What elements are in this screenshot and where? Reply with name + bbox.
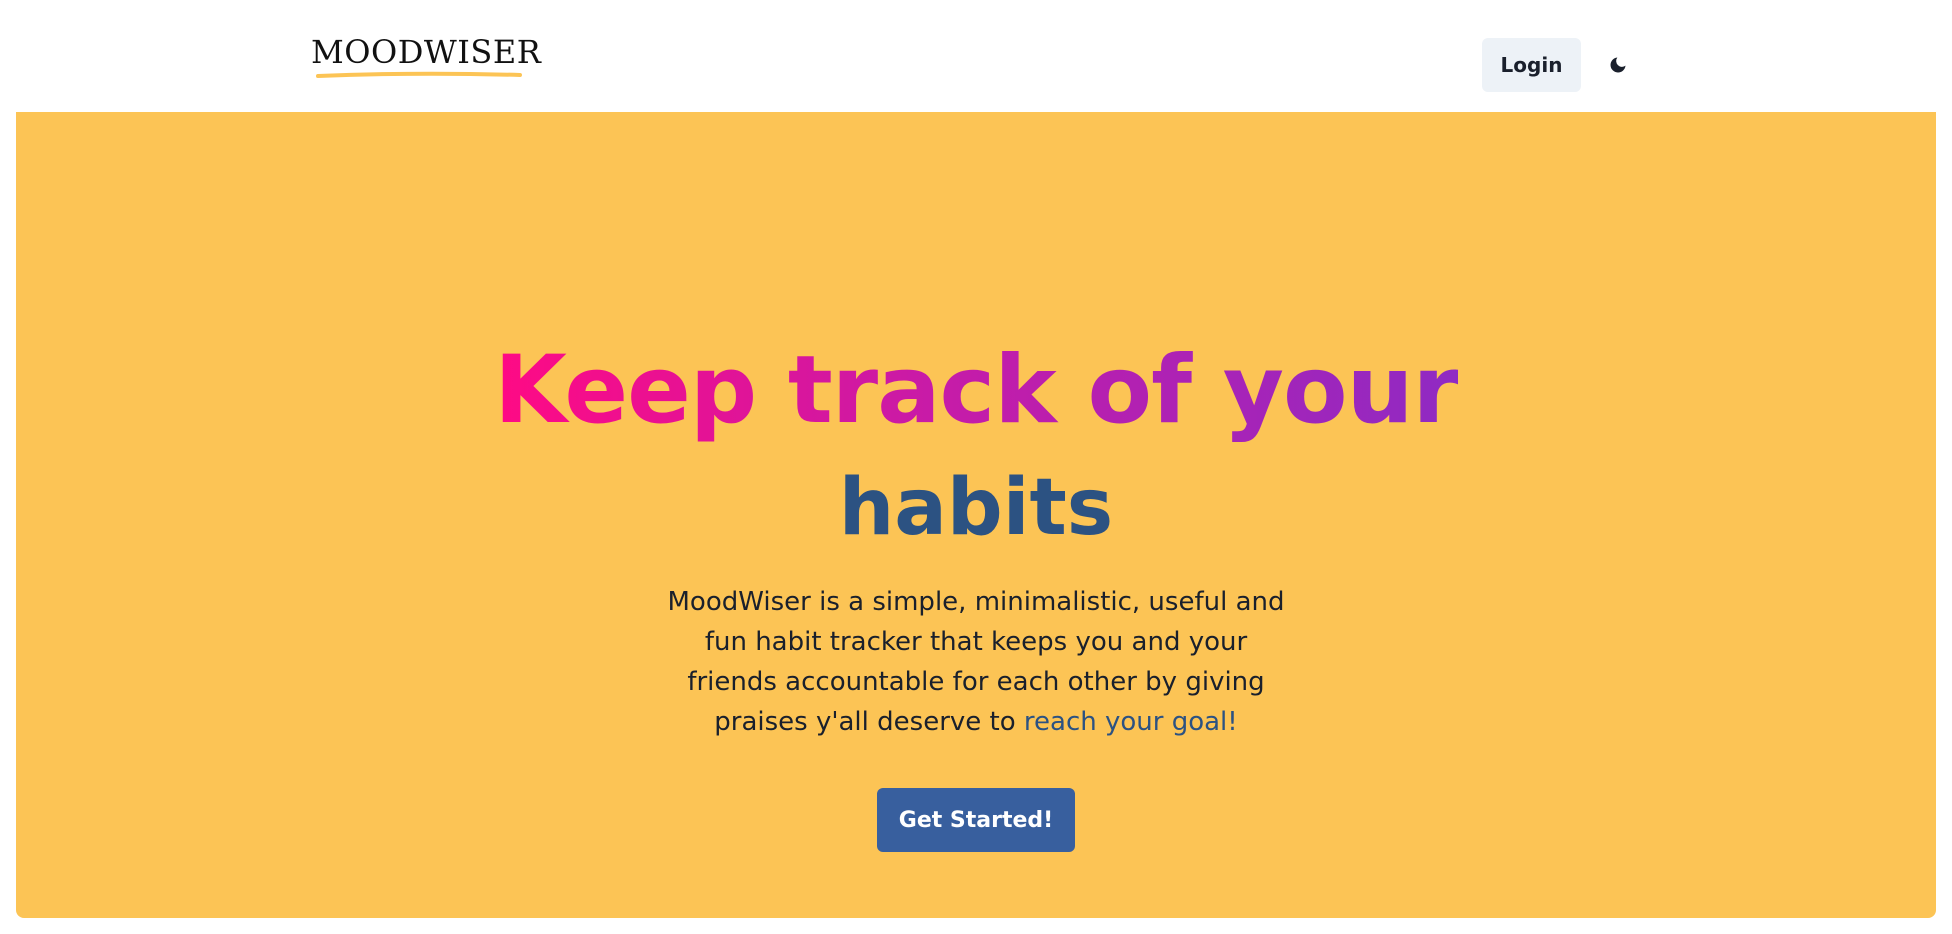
site-logo[interactable]: MOODWISER (311, 36, 541, 68)
hero-headline: Keep track of your (16, 332, 1936, 450)
hero-headline-habits: habits (838, 463, 1114, 553)
get-started-button[interactable]: Get Started! (877, 788, 1075, 852)
headline-gradient-text: Keep track of your (494, 336, 1459, 445)
reach-goal-link[interactable]: reach your goal! (1024, 707, 1238, 737)
login-button[interactable]: Login (1482, 38, 1581, 92)
navbar: MOODWISER Login (0, 0, 1952, 112)
hero-section: Keep track of your habits MoodWiser is a… (16, 112, 1936, 918)
theme-toggle-button[interactable] (1596, 38, 1640, 92)
moon-icon (1610, 57, 1626, 73)
hero-description: MoodWiser is a simple, minimalistic, use… (656, 582, 1296, 742)
logo-underline-icon (316, 71, 522, 78)
